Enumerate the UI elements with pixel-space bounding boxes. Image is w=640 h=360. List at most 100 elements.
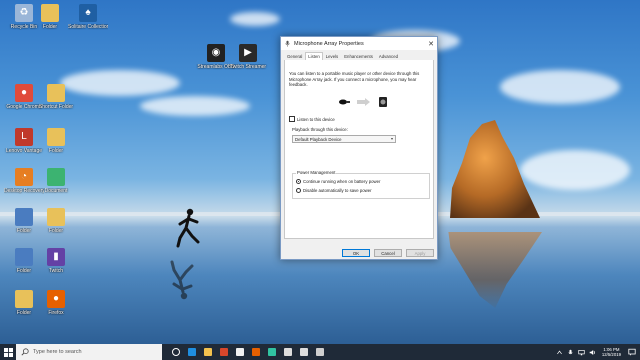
folder-3-icon: [15, 208, 33, 226]
cancel-button[interactable]: Cancel: [374, 249, 402, 257]
taskbar-file-explorer[interactable]: [200, 344, 216, 360]
desktop-icon-label: Shortcut Folder: [38, 104, 74, 110]
listen-checkbox[interactable]: [289, 116, 295, 122]
power-option-disable[interactable]: Disable automatically to save power: [296, 188, 372, 193]
solitaire-icon: ♠: [79, 4, 97, 22]
search-placeholder: Type here to search: [33, 349, 82, 355]
desktop-icon-label: Folder: [42, 24, 58, 30]
office-icon: [220, 348, 228, 356]
desktop-icon-document[interactable]: Document: [36, 168, 76, 194]
lenovo-vantage-icon: L: [15, 128, 33, 146]
taskbar-office[interactable]: [216, 344, 232, 360]
power-management-group: Power Management Continue running when o…: [292, 170, 430, 199]
desktop-icon-label: Firefox: [48, 310, 64, 316]
radio-disable[interactable]: [296, 188, 301, 193]
taskbar-streamlabs[interactable]: [264, 344, 280, 360]
folder-4-icon: [47, 208, 65, 226]
twitch-streamer-icon: ▶: [239, 44, 257, 62]
taskbar-device[interactable]: [312, 344, 328, 360]
start-button[interactable]: [0, 344, 16, 360]
clock-app-icon: [284, 348, 292, 356]
chrome-icon: ●: [15, 84, 33, 102]
taskbar-task-view[interactable]: [168, 344, 184, 360]
document-icon: [47, 168, 65, 186]
playback-device-select[interactable]: Default Playback Device ▾: [292, 135, 396, 143]
close-button[interactable]: ✕: [425, 40, 437, 48]
desktop-icon-twitch-streamer[interactable]: ▶ Twitch Streamer: [228, 44, 268, 70]
taskbar-firefox[interactable]: [248, 344, 264, 360]
microphone-tray-icon[interactable]: [567, 349, 574, 356]
firefox-icon: ●: [47, 290, 65, 308]
listen-checkbox-label: Listen to this device: [297, 116, 335, 122]
pinned-apps: [168, 344, 328, 360]
runner-silhouette: [176, 208, 200, 248]
desktop-icon-folder-4[interactable]: Folder: [36, 208, 76, 234]
microphone-icon: [285, 40, 290, 47]
ok-button[interactable]: OK: [342, 249, 370, 257]
tab-advanced[interactable]: Advanced: [376, 52, 401, 60]
playback-label: Playback through this device:: [292, 127, 348, 132]
desktop-icon-label: Folder: [48, 148, 64, 154]
taskbar-settings[interactable]: [296, 344, 312, 360]
twitch-icon: ▮: [47, 248, 65, 266]
power-option-continue[interactable]: Continue running when on battery power: [296, 179, 380, 184]
system-tray: 1:06 PM 12/5/2019: [554, 344, 636, 360]
desktop-icon-label: Solitaire Collection: [68, 24, 108, 30]
folder-5-icon: [15, 248, 33, 266]
tab-enhancements[interactable]: Enhancements: [341, 52, 376, 60]
taskbar: Type here to search 1:06 PM 12/5/2019: [0, 344, 640, 360]
edge-icon: [188, 348, 196, 356]
chevron-down-icon: ▾: [390, 136, 393, 141]
desktop-icon-folder-2[interactable]: Folder: [36, 128, 76, 154]
desktop-icon-solitaire[interactable]: ♠ Solitaire Collection: [68, 4, 108, 30]
power-management-title: Power Management: [296, 170, 337, 175]
file-explorer-icon: [204, 348, 212, 356]
desktop-icon-folder-1[interactable]: Folder: [30, 4, 70, 30]
taskbar-search[interactable]: Type here to search: [16, 344, 162, 360]
settings-icon: [300, 348, 308, 356]
streamlabs-icon: [268, 348, 276, 356]
dialog-title: Microphone Array Properties: [294, 40, 364, 47]
notification-icon[interactable]: [628, 348, 636, 356]
properties-dialog: Microphone Array Properties ✕ General Li…: [280, 36, 438, 260]
volume-icon[interactable]: [589, 349, 596, 356]
chevron-up-icon[interactable]: [556, 349, 563, 356]
shortcut-folder-icon: [47, 84, 65, 102]
network-icon[interactable]: [578, 349, 585, 356]
desktop-recovery-icon: ◔: [15, 168, 33, 186]
desktop-icon-firefox[interactable]: ● Firefox: [36, 290, 76, 316]
streamlabs-obs-icon: ◉: [207, 44, 225, 62]
firefox-icon: [252, 348, 260, 356]
desktop-icon-label: Twitch: [48, 268, 64, 274]
power-option-continue-label: Continue running when on battery power: [303, 179, 381, 184]
tab-general[interactable]: General: [284, 52, 305, 60]
radio-continue[interactable]: [296, 179, 301, 184]
power-option-disable-label: Disable automatically to save power: [303, 188, 372, 193]
task-view-icon: [172, 348, 180, 356]
playback-device-value: Default Playback Device: [295, 136, 342, 142]
search-icon: [21, 348, 29, 356]
desktop-icon-twitch[interactable]: ▮ Twitch: [36, 248, 76, 274]
desktop-icon-label: Folder: [48, 228, 64, 234]
desktop-wallpaper: ♻ Recycle Bin Folder ♠ Solitaire Collection ◉…: [0, 0, 640, 344]
taskbar-store[interactable]: [232, 344, 248, 360]
apply-button[interactable]: Apply: [406, 249, 434, 257]
windows-logo-icon: [3, 347, 13, 357]
taskbar-clock-app[interactable]: [280, 344, 296, 360]
device-icon: [316, 348, 324, 356]
listen-panel: You can listen to a portable music playe…: [284, 60, 434, 239]
taskbar-clock[interactable]: 1:06 PM 12/5/2019: [602, 347, 621, 357]
folder-2-icon: [47, 128, 65, 146]
folder-6-icon: [15, 290, 33, 308]
dialog-titlebar[interactable]: Microphone Array Properties ✕: [281, 37, 437, 50]
listen-description: You can listen to a portable music playe…: [289, 71, 420, 87]
folder-1-icon: [41, 4, 59, 22]
listen-checkbox-row[interactable]: Listen to this device: [289, 116, 335, 122]
tab-levels[interactable]: Levels: [323, 52, 341, 60]
device-routing-icon: [339, 97, 387, 107]
taskbar-edge[interactable]: [184, 344, 200, 360]
store-icon: [236, 348, 244, 356]
desktop-icon-shortcut-folder[interactable]: Shortcut Folder: [36, 84, 76, 110]
clock-date: 12/5/2019: [601, 352, 621, 357]
desktop-icon-label: Twitch Streamer: [229, 64, 267, 70]
